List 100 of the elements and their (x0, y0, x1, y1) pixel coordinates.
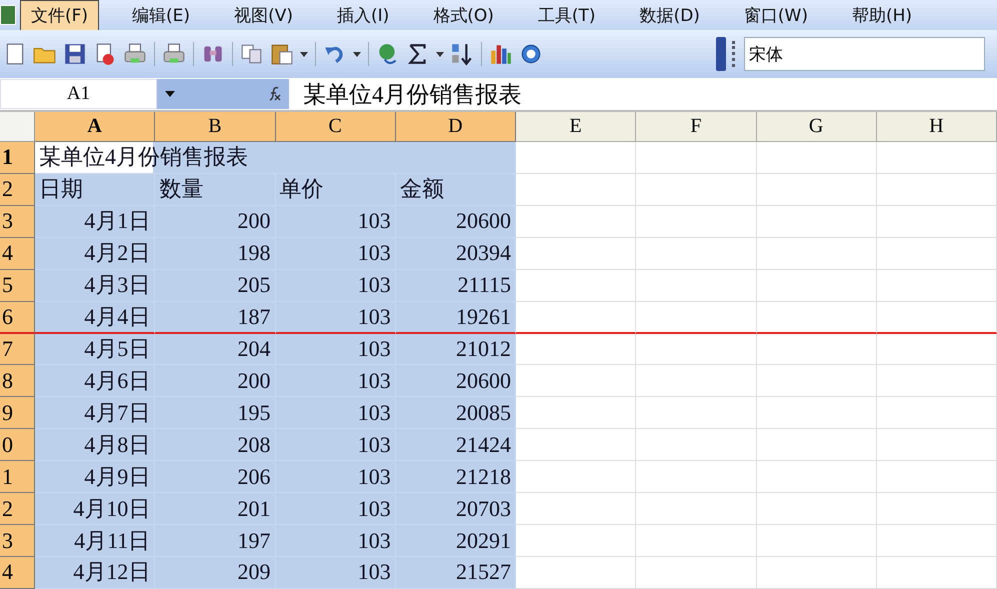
selected-cell[interactable]: 204 (155, 334, 276, 366)
row-header[interactable]: 6 (0, 302, 35, 334)
table-cell[interactable] (636, 238, 756, 270)
selected-cell[interactable]: 21115 (396, 270, 516, 302)
table-cell[interactable] (516, 461, 636, 494)
selected-cell[interactable]: 20600 (396, 206, 516, 238)
table-cell[interactable] (636, 397, 756, 430)
table-cell[interactable] (876, 302, 997, 334)
row-header[interactable]: 2 (0, 174, 35, 206)
table-cell[interactable] (636, 302, 756, 334)
selected-cell[interactable]: 单价 (276, 174, 396, 206)
table-cell[interactable] (516, 525, 636, 557)
menu-item[interactable]: 文件(F) (20, 0, 100, 30)
column-header[interactable]: G (756, 112, 877, 142)
table-cell[interactable] (636, 556, 756, 589)
table-cell[interactable] (516, 206, 636, 238)
table-cell[interactable] (516, 334, 636, 366)
column-header[interactable]: E (516, 112, 636, 142)
table-cell[interactable] (876, 429, 997, 462)
table-cell[interactable] (756, 429, 877, 462)
row-header[interactable]: 4 (0, 556, 35, 589)
table-cell[interactable] (636, 206, 756, 238)
selected-cell[interactable]: 21424 (396, 429, 516, 462)
table-cell[interactable] (516, 142, 636, 174)
table-cell[interactable] (756, 525, 877, 557)
row-header[interactable]: 5 (0, 270, 35, 302)
selected-cell[interactable]: 金额 (396, 174, 516, 206)
selected-cell[interactable]: 103 (276, 429, 396, 462)
table-cell[interactable] (756, 206, 877, 238)
selected-cell[interactable]: 103 (276, 461, 396, 494)
row-header[interactable]: 9 (0, 397, 35, 430)
table-cell[interactable] (756, 397, 877, 430)
menu-item[interactable]: 窗口(W) (732, 0, 819, 30)
selected-cell[interactable]: 205 (155, 270, 276, 302)
column-header[interactable]: A (35, 112, 156, 142)
selected-cell[interactable]: 187 (155, 302, 276, 334)
selected-cell[interactable]: 21218 (396, 461, 516, 494)
table-cell[interactable] (756, 174, 877, 206)
selected-cell[interactable]: 200 (155, 365, 276, 398)
selected-cell[interactable]: 103 (276, 525, 396, 557)
table-cell[interactable] (876, 461, 997, 494)
caret-icon[interactable] (300, 52, 308, 56)
active-cell[interactable]: 某单位4月份销售报表 (35, 142, 516, 174)
selected-cell[interactable]: 103 (276, 556, 396, 589)
selected-cell[interactable]: 209 (155, 556, 276, 589)
selected-cell[interactable]: 4月1日 (35, 206, 156, 238)
caret-icon[interactable] (353, 52, 361, 56)
table-cell[interactable] (876, 334, 997, 366)
row-header[interactable]: 2 (0, 493, 35, 526)
table-cell[interactable] (876, 525, 997, 557)
table-cell[interactable] (756, 142, 877, 174)
selected-cell[interactable]: 19261 (396, 302, 516, 334)
row-header[interactable]: 8 (0, 365, 35, 398)
menu-item[interactable]: 帮助(H) (841, 0, 924, 30)
table-cell[interactable] (876, 206, 997, 238)
table-cell[interactable] (516, 556, 636, 589)
table-cell[interactable] (876, 142, 997, 174)
sort-icon[interactable] (450, 42, 474, 66)
selected-cell[interactable]: 4月6日 (35, 365, 156, 398)
table-cell[interactable] (876, 365, 997, 398)
menu-item[interactable]: 工具(T) (526, 0, 607, 30)
table-cell[interactable] (756, 238, 877, 270)
menu-item[interactable]: 编辑(E) (121, 0, 202, 30)
table-cell[interactable] (516, 238, 636, 270)
selected-cell[interactable]: 日期 (35, 174, 156, 206)
caret-icon[interactable] (436, 52, 444, 56)
selected-cell[interactable]: 201 (155, 493, 276, 526)
table-cell[interactable] (516, 270, 636, 302)
menu-item[interactable]: 数据(D) (628, 0, 711, 30)
table-cell[interactable] (516, 429, 636, 462)
selected-cell[interactable]: 206 (155, 461, 276, 494)
copy-icon[interactable] (240, 42, 264, 66)
table-cell[interactable] (756, 270, 877, 302)
selected-cell[interactable]: 20703 (396, 493, 516, 526)
table-cell[interactable] (516, 174, 636, 206)
table-cell[interactable] (516, 302, 636, 334)
table-cell[interactable] (636, 525, 756, 557)
selected-cell[interactable]: 4月10日 (35, 493, 156, 526)
table-cell[interactable] (516, 493, 636, 526)
selected-cell[interactable]: 4月8日 (35, 429, 156, 462)
selected-cell[interactable]: 21527 (396, 556, 516, 589)
table-cell[interactable] (756, 365, 877, 398)
row-header[interactable]: 3 (0, 206, 35, 238)
select-all-corner[interactable] (0, 112, 35, 142)
clipboard-icon[interactable] (270, 42, 294, 66)
table-cell[interactable] (636, 174, 756, 206)
selected-cell[interactable]: 4月11日 (35, 525, 156, 557)
selected-cell[interactable]: 197 (155, 525, 276, 557)
font-field[interactable]: 宋体 (744, 37, 985, 71)
selected-cell[interactable]: 数量 (155, 174, 276, 206)
column-header[interactable]: B (155, 112, 276, 142)
table-cell[interactable] (636, 461, 756, 494)
table-cell[interactable] (636, 142, 756, 174)
table-cell[interactable] (876, 397, 997, 430)
table-cell[interactable] (636, 270, 756, 302)
column-header[interactable]: C (276, 112, 396, 142)
table-cell[interactable] (636, 334, 756, 366)
selected-cell[interactable]: 103 (276, 493, 396, 526)
formula-field[interactable]: 某单位4月份销售报表 (289, 78, 997, 110)
selected-cell[interactable]: 20085 (396, 397, 516, 430)
